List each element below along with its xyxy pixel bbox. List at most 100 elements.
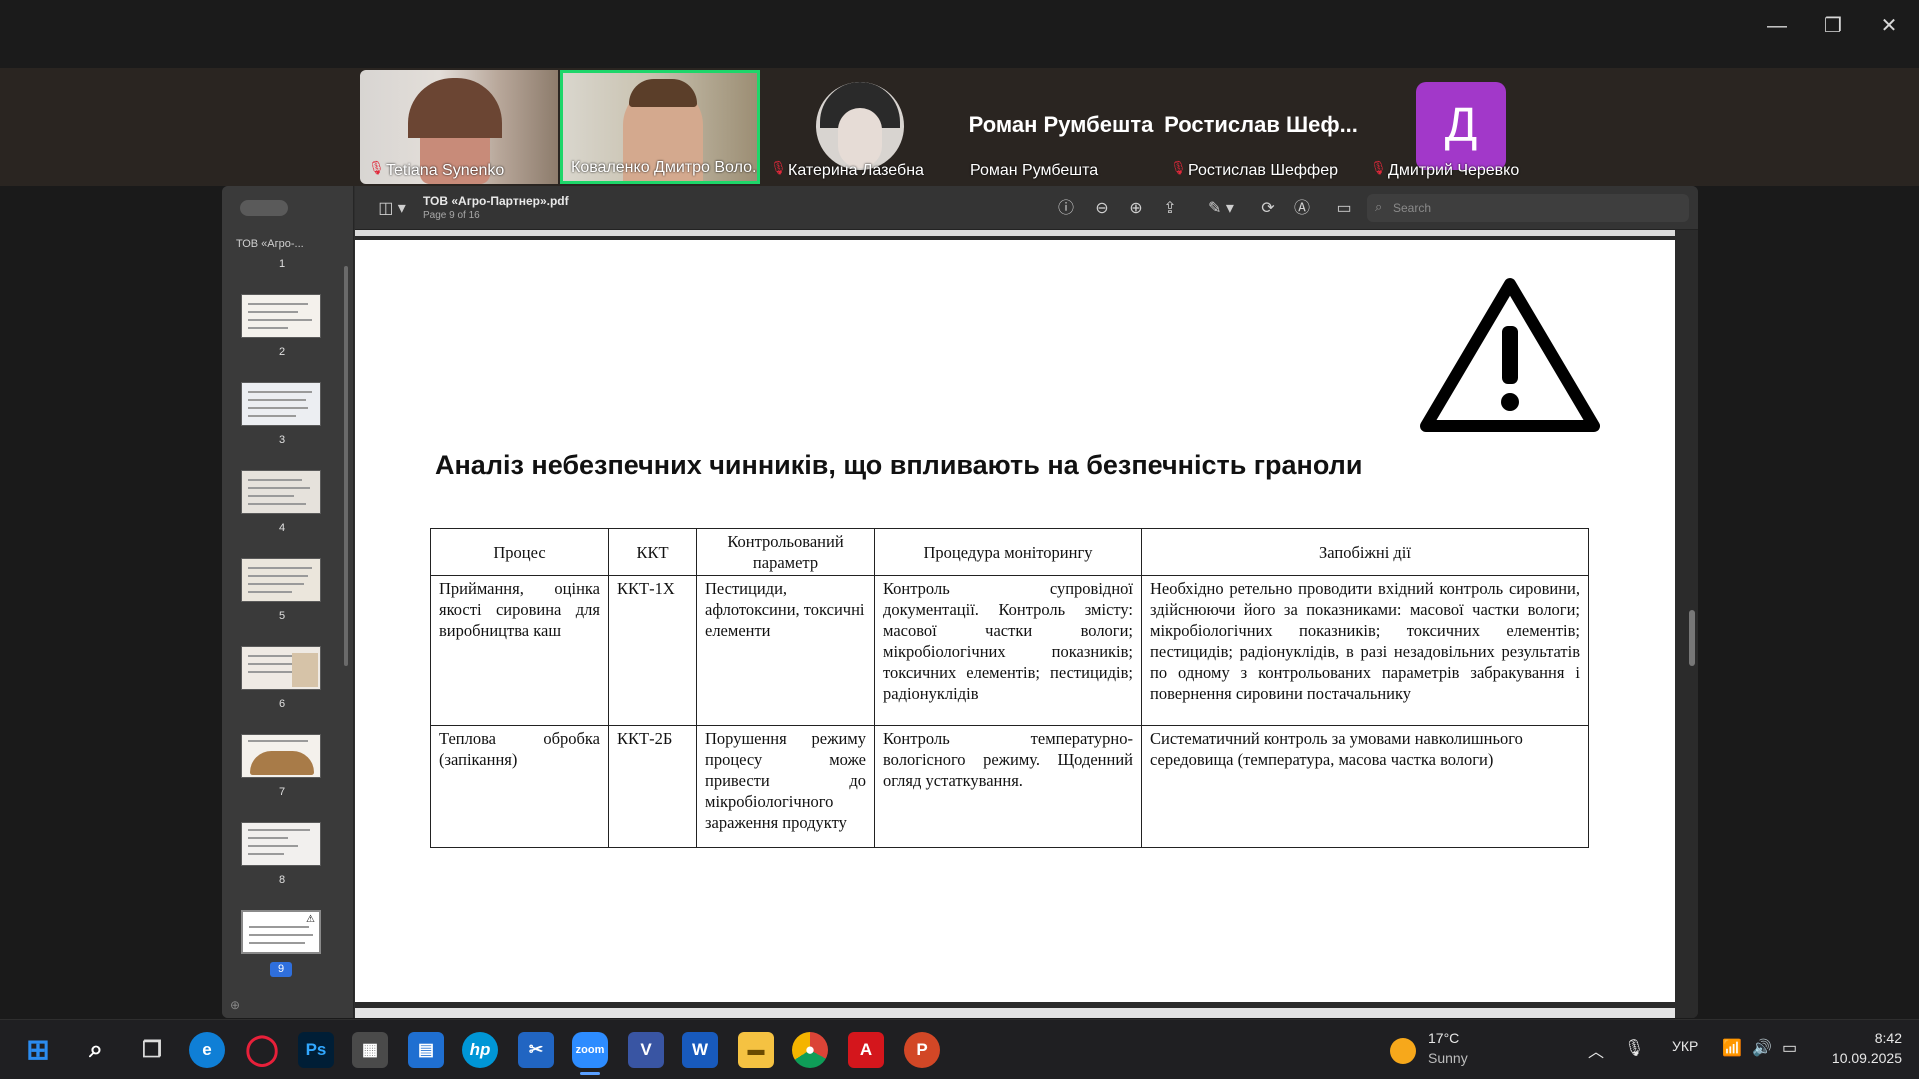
- search-icon: ⌕: [1375, 199, 1383, 214]
- clock-time[interactable]: 8:42: [1820, 1030, 1902, 1046]
- thumbnail-number[interactable]: 5: [222, 610, 342, 622]
- table-cell: ККТ-2Б: [608, 725, 697, 848]
- restore-button[interactable]: ❐: [1818, 14, 1848, 38]
- clock-date[interactable]: 10.09.2025: [1820, 1050, 1902, 1066]
- header-process: Процес: [430, 528, 609, 576]
- form-fill-icon[interactable]: ▭: [1333, 198, 1355, 220]
- edge-icon[interactable]: e: [189, 1032, 225, 1068]
- thumbnail-number[interactable]: 3: [222, 434, 342, 446]
- search-field[interactable]: ⌕ Search: [1367, 194, 1689, 222]
- table-cell: Порушення режиму процесу може привести д…: [696, 725, 875, 848]
- thumbnail-page-6[interactable]: [241, 646, 321, 690]
- warning-triangle-icon: [1420, 278, 1600, 432]
- word-icon[interactable]: W: [682, 1032, 718, 1068]
- viewer-toolbar: ◫ ▾ ТОВ «Агро-Партнер».pdf Page 9 of 16 …: [355, 186, 1698, 230]
- weather-sun-icon[interactable]: [1390, 1038, 1416, 1064]
- sidebar-add-icon[interactable]: ⊕: [230, 998, 240, 1012]
- thumbnail-page-5[interactable]: [241, 558, 321, 602]
- share-icon[interactable]: ⇪: [1159, 198, 1181, 220]
- battery-icon[interactable]: ▭: [1782, 1038, 1797, 1058]
- markup-pen-icon[interactable]: ✎ ▾: [1201, 198, 1241, 220]
- thumbnail-page-3[interactable]: [241, 382, 321, 426]
- start-icon[interactable]: ⊞: [20, 1032, 56, 1068]
- store-icon[interactable]: ▤: [408, 1032, 444, 1068]
- mic-muted-icon: 🎙: [1170, 160, 1187, 175]
- thumbnail-number[interactable]: 2: [222, 346, 342, 358]
- photoshop-icon[interactable]: Ps: [298, 1032, 334, 1068]
- header-parameter: Контрольований параметр: [696, 528, 875, 576]
- participant-name: Роман Румбешта: [970, 162, 1099, 179]
- close-button[interactable]: ✕: [1874, 14, 1904, 38]
- minimize-button[interactable]: —: [1762, 14, 1792, 38]
- thumbnail-number[interactable]: 7: [222, 786, 342, 798]
- powerpoint-icon[interactable]: P: [904, 1032, 940, 1068]
- search-placeholder: Search: [1393, 201, 1432, 215]
- participant-name: Коваленко Дмитро Воло...: [571, 159, 760, 176]
- header-ccp: ККТ: [608, 528, 697, 576]
- zoom-out-icon[interactable]: ⊖: [1091, 198, 1113, 220]
- header-preventive: Запобіжні дії: [1141, 528, 1589, 576]
- opera-icon[interactable]: ◯: [244, 1032, 280, 1068]
- rotate-icon[interactable]: ⟳: [1257, 198, 1279, 220]
- haccp-table: Процес ККТ Контрольований параметр Проце…: [430, 528, 1589, 848]
- hp-icon[interactable]: hp: [462, 1032, 498, 1068]
- thumbnail-page-4[interactable]: [241, 470, 321, 514]
- participant-name: Ростислав Шеффер: [1188, 162, 1338, 179]
- participant-tile-kovalenko[interactable]: Коваленко Дмитро Воло...: [560, 70, 760, 184]
- participant-name: Катерина Лазебна: [788, 162, 924, 179]
- search-icon[interactable]: ⌕: [78, 1032, 114, 1068]
- participant-avatar: [816, 82, 904, 170]
- participant-tile-rostyslav[interactable]: Ростислав Шеф... 🎙 Ростислав Шеффер: [1162, 70, 1360, 184]
- weather-description[interactable]: Sunny: [1428, 1050, 1468, 1066]
- participant-tile-dmytro[interactable]: Д 🎙 Дмитрий Черевко: [1362, 70, 1560, 184]
- sidebar-handle[interactable]: [240, 200, 288, 216]
- visio-icon[interactable]: V: [628, 1032, 664, 1068]
- volume-icon[interactable]: 🔊: [1752, 1038, 1772, 1058]
- participant-tile-tetiana[interactable]: 🎙 Tetiana Synenko: [360, 70, 558, 184]
- participant-video-hair: [629, 79, 697, 107]
- annotate-icon[interactable]: Ⓐ: [1291, 198, 1313, 220]
- table-cell: Приймання, оцінка якості сировина для ви…: [430, 575, 609, 726]
- participant-name: Дмитрий Черевко: [1388, 162, 1520, 179]
- page-indicator: Page 9 of 16: [423, 210, 480, 221]
- thumbnail-number-selected[interactable]: 9: [270, 962, 292, 977]
- info-icon[interactable]: ⓘ: [1055, 198, 1077, 220]
- table-cell: Систематичний контроль за умовами навкол…: [1141, 725, 1589, 848]
- acrobat-icon[interactable]: A: [848, 1032, 884, 1068]
- thumbnail-page-8[interactable]: [241, 822, 321, 866]
- thumbnail-page-7[interactable]: [241, 734, 321, 778]
- document-scrollbar[interactable]: [1689, 610, 1695, 666]
- wifi-icon[interactable]: 📶: [1722, 1038, 1742, 1058]
- sidebar-toggle-icon[interactable]: ◫ ▾: [375, 198, 409, 220]
- chrome-icon[interactable]: ●: [792, 1032, 828, 1068]
- table-cell: Контроль супровідної документації. Контр…: [874, 575, 1142, 726]
- snipping-icon[interactable]: ✂: [518, 1032, 554, 1068]
- zoom-title-bar: [0, 0, 1919, 70]
- microphone-icon[interactable]: 🎙: [1624, 1038, 1644, 1058]
- header-monitoring: Процедура моніторингу: [874, 528, 1142, 576]
- zoom-icon[interactable]: zoom: [572, 1032, 608, 1068]
- table-cell: Пестициди, афлотоксини, токсичні елемент…: [696, 575, 875, 726]
- calculator-icon[interactable]: ▦: [352, 1032, 388, 1068]
- task-view-icon[interactable]: ❐: [134, 1032, 170, 1068]
- thumbnail-number[interactable]: 1: [222, 258, 342, 270]
- zoom-in-icon[interactable]: ⊕: [1125, 198, 1147, 220]
- thumbnail-sidebar: ТОВ «Агро-... 1 2 3 4 5 6 7 8 ⚠ 9 ⊕: [222, 186, 354, 1018]
- thumbnail-number[interactable]: 4: [222, 522, 342, 534]
- chevron-up-icon[interactable]: ︿: [1588, 1038, 1604, 1062]
- thumbnail-number[interactable]: 6: [222, 698, 342, 710]
- document-title: ТОВ «Агро-Партнер».pdf: [423, 194, 569, 208]
- thumbnail-page-9[interactable]: ⚠: [241, 910, 321, 954]
- participant-tile-kateryna[interactable]: 🎙 Катерина Лазебна: [762, 70, 960, 184]
- table-row: Приймання, оцінка якості сировина для ви…: [430, 575, 1589, 726]
- thumbnail-page-2[interactable]: [241, 294, 321, 338]
- participant-video-hair: [408, 78, 502, 138]
- table-cell: Контроль температурно-вологісного режиму…: [874, 725, 1142, 848]
- sidebar-scrollbar[interactable]: [344, 266, 348, 666]
- weather-temperature[interactable]: 17°C: [1428, 1030, 1459, 1046]
- participant-tile-roman[interactable]: Роман Румбешта Роман Румбешта: [962, 70, 1160, 184]
- explorer-icon[interactable]: ▬: [738, 1032, 774, 1068]
- language-indicator[interactable]: УКР: [1672, 1038, 1698, 1054]
- participant-big-label: Ростислав Шеф...: [1164, 112, 1358, 137]
- thumbnail-number[interactable]: 8: [222, 874, 342, 886]
